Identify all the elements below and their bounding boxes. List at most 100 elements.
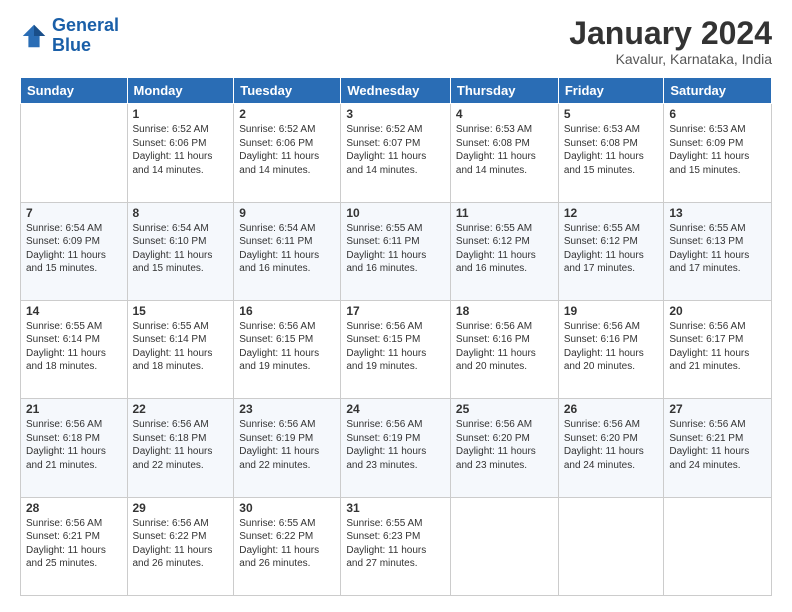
day-number: 28 (26, 501, 122, 515)
cell-details: Sunrise: 6:56 AMSunset: 6:18 PMDaylight:… (133, 419, 213, 471)
calendar-cell: 26 Sunrise: 6:56 AMSunset: 6:20 PMDaylig… (558, 399, 664, 497)
col-friday: Friday (558, 78, 664, 104)
cell-details: Sunrise: 6:52 AMSunset: 6:06 PMDaylight:… (133, 124, 213, 176)
col-thursday: Thursday (450, 78, 558, 104)
calendar-cell: 8 Sunrise: 6:54 AMSunset: 6:10 PMDayligh… (127, 202, 234, 300)
day-number: 18 (456, 304, 553, 318)
cell-details: Sunrise: 6:56 AMSunset: 6:15 PMDaylight:… (346, 321, 426, 373)
day-number: 1 (133, 107, 229, 121)
cell-details: Sunrise: 6:55 AMSunset: 6:22 PMDaylight:… (239, 518, 319, 570)
calendar-cell: 1 Sunrise: 6:52 AMSunset: 6:06 PMDayligh… (127, 104, 234, 202)
calendar-cell: 6 Sunrise: 6:53 AMSunset: 6:09 PMDayligh… (664, 104, 772, 202)
cell-details: Sunrise: 6:56 AMSunset: 6:19 PMDaylight:… (346, 419, 426, 471)
calendar-cell: 14 Sunrise: 6:55 AMSunset: 6:14 PMDaylig… (21, 300, 128, 398)
calendar-cell: 20 Sunrise: 6:56 AMSunset: 6:17 PMDaylig… (664, 300, 772, 398)
cell-details: Sunrise: 6:56 AMSunset: 6:18 PMDaylight:… (26, 419, 106, 471)
col-tuesday: Tuesday (234, 78, 341, 104)
cell-details: Sunrise: 6:56 AMSunset: 6:17 PMDaylight:… (669, 321, 749, 373)
day-number: 5 (564, 107, 659, 121)
day-number: 15 (133, 304, 229, 318)
day-number: 29 (133, 501, 229, 515)
calendar-cell: 13 Sunrise: 6:55 AMSunset: 6:13 PMDaylig… (664, 202, 772, 300)
calendar-cell: 30 Sunrise: 6:55 AMSunset: 6:22 PMDaylig… (234, 497, 341, 595)
cell-details: Sunrise: 6:56 AMSunset: 6:16 PMDaylight:… (564, 321, 644, 373)
cell-details: Sunrise: 6:52 AMSunset: 6:07 PMDaylight:… (346, 124, 426, 176)
cell-details: Sunrise: 6:56 AMSunset: 6:20 PMDaylight:… (564, 419, 644, 471)
calendar-cell: 15 Sunrise: 6:55 AMSunset: 6:14 PMDaylig… (127, 300, 234, 398)
cell-details: Sunrise: 6:56 AMSunset: 6:22 PMDaylight:… (133, 518, 213, 570)
calendar-cell: 10 Sunrise: 6:55 AMSunset: 6:11 PMDaylig… (341, 202, 451, 300)
day-number: 4 (456, 107, 553, 121)
calendar-cell: 19 Sunrise: 6:56 AMSunset: 6:16 PMDaylig… (558, 300, 664, 398)
calendar-cell: 22 Sunrise: 6:56 AMSunset: 6:18 PMDaylig… (127, 399, 234, 497)
header: General Blue January 2024 Kavalur, Karna… (20, 16, 772, 67)
day-number: 12 (564, 206, 659, 220)
calendar-cell: 31 Sunrise: 6:55 AMSunset: 6:23 PMDaylig… (341, 497, 451, 595)
calendar-cell: 27 Sunrise: 6:56 AMSunset: 6:21 PMDaylig… (664, 399, 772, 497)
day-number: 20 (669, 304, 766, 318)
cell-details: Sunrise: 6:55 AMSunset: 6:11 PMDaylight:… (346, 223, 426, 275)
day-number: 7 (26, 206, 122, 220)
cell-details: Sunrise: 6:55 AMSunset: 6:13 PMDaylight:… (669, 223, 749, 275)
week-row-0: 1 Sunrise: 6:52 AMSunset: 6:06 PMDayligh… (21, 104, 772, 202)
cell-details: Sunrise: 6:56 AMSunset: 6:16 PMDaylight:… (456, 321, 536, 373)
calendar-cell: 12 Sunrise: 6:55 AMSunset: 6:12 PMDaylig… (558, 202, 664, 300)
cell-details: Sunrise: 6:54 AMSunset: 6:10 PMDaylight:… (133, 223, 213, 275)
cell-details: Sunrise: 6:55 AMSunset: 6:12 PMDaylight:… (564, 223, 644, 275)
logo-text: General Blue (52, 16, 119, 56)
calendar-cell: 23 Sunrise: 6:56 AMSunset: 6:19 PMDaylig… (234, 399, 341, 497)
calendar-cell: 18 Sunrise: 6:56 AMSunset: 6:16 PMDaylig… (450, 300, 558, 398)
calendar-cell: 17 Sunrise: 6:56 AMSunset: 6:15 PMDaylig… (341, 300, 451, 398)
day-number: 31 (346, 501, 445, 515)
day-number: 27 (669, 402, 766, 416)
calendar-cell: 7 Sunrise: 6:54 AMSunset: 6:09 PMDayligh… (21, 202, 128, 300)
day-number: 22 (133, 402, 229, 416)
week-row-3: 21 Sunrise: 6:56 AMSunset: 6:18 PMDaylig… (21, 399, 772, 497)
cell-details: Sunrise: 6:56 AMSunset: 6:19 PMDaylight:… (239, 419, 319, 471)
calendar-cell: 9 Sunrise: 6:54 AMSunset: 6:11 PMDayligh… (234, 202, 341, 300)
week-row-2: 14 Sunrise: 6:55 AMSunset: 6:14 PMDaylig… (21, 300, 772, 398)
day-number: 21 (26, 402, 122, 416)
day-number: 11 (456, 206, 553, 220)
calendar-cell: 24 Sunrise: 6:56 AMSunset: 6:19 PMDaylig… (341, 399, 451, 497)
cell-details: Sunrise: 6:53 AMSunset: 6:08 PMDaylight:… (456, 124, 536, 176)
day-number: 23 (239, 402, 335, 416)
cell-details: Sunrise: 6:55 AMSunset: 6:12 PMDaylight:… (456, 223, 536, 275)
calendar-cell: 5 Sunrise: 6:53 AMSunset: 6:08 PMDayligh… (558, 104, 664, 202)
col-wednesday: Wednesday (341, 78, 451, 104)
calendar-cell: 29 Sunrise: 6:56 AMSunset: 6:22 PMDaylig… (127, 497, 234, 595)
calendar-cell: 11 Sunrise: 6:55 AMSunset: 6:12 PMDaylig… (450, 202, 558, 300)
day-number: 16 (239, 304, 335, 318)
cell-details: Sunrise: 6:54 AMSunset: 6:11 PMDaylight:… (239, 223, 319, 275)
day-number: 9 (239, 206, 335, 220)
calendar-cell: 16 Sunrise: 6:56 AMSunset: 6:15 PMDaylig… (234, 300, 341, 398)
day-number: 24 (346, 402, 445, 416)
calendar-cell (21, 104, 128, 202)
calendar-cell (450, 497, 558, 595)
cell-details: Sunrise: 6:56 AMSunset: 6:21 PMDaylight:… (26, 518, 106, 570)
week-row-1: 7 Sunrise: 6:54 AMSunset: 6:09 PMDayligh… (21, 202, 772, 300)
col-saturday: Saturday (664, 78, 772, 104)
cell-details: Sunrise: 6:55 AMSunset: 6:23 PMDaylight:… (346, 518, 426, 570)
calendar-cell (558, 497, 664, 595)
calendar-cell (664, 497, 772, 595)
calendar-cell: 28 Sunrise: 6:56 AMSunset: 6:21 PMDaylig… (21, 497, 128, 595)
calendar-cell: 3 Sunrise: 6:52 AMSunset: 6:07 PMDayligh… (341, 104, 451, 202)
day-number: 26 (564, 402, 659, 416)
page: General Blue January 2024 Kavalur, Karna… (0, 0, 792, 612)
day-number: 3 (346, 107, 445, 121)
calendar-cell: 2 Sunrise: 6:52 AMSunset: 6:06 PMDayligh… (234, 104, 341, 202)
main-title: January 2024 (569, 16, 772, 51)
col-sunday: Sunday (21, 78, 128, 104)
cell-details: Sunrise: 6:56 AMSunset: 6:21 PMDaylight:… (669, 419, 749, 471)
calendar-cell: 25 Sunrise: 6:56 AMSunset: 6:20 PMDaylig… (450, 399, 558, 497)
cell-details: Sunrise: 6:56 AMSunset: 6:15 PMDaylight:… (239, 321, 319, 373)
calendar-cell: 4 Sunrise: 6:53 AMSunset: 6:08 PMDayligh… (450, 104, 558, 202)
day-number: 17 (346, 304, 445, 318)
calendar-table: Sunday Monday Tuesday Wednesday Thursday… (20, 77, 772, 596)
day-number: 10 (346, 206, 445, 220)
day-number: 2 (239, 107, 335, 121)
day-number: 19 (564, 304, 659, 318)
cell-details: Sunrise: 6:55 AMSunset: 6:14 PMDaylight:… (26, 321, 106, 373)
logo-line2: Blue (52, 35, 91, 55)
